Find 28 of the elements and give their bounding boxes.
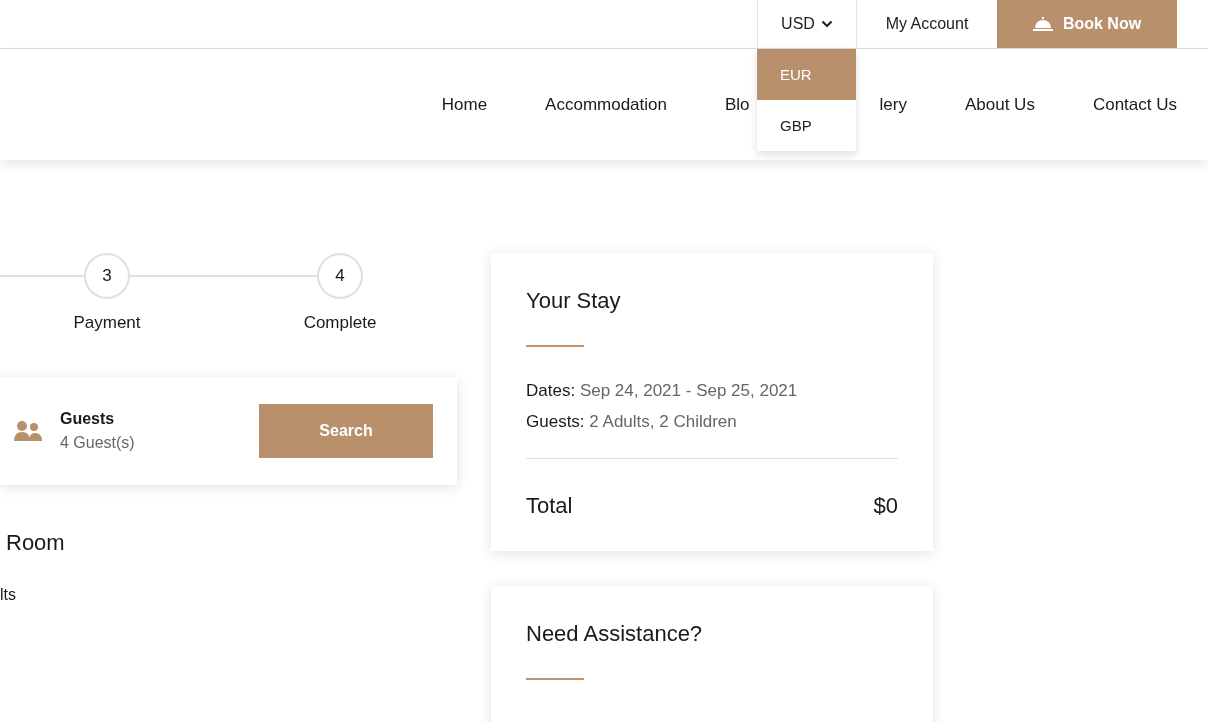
currency-option[interactable]: GBP bbox=[757, 100, 856, 151]
room-detail: lts bbox=[0, 586, 17, 604]
detail-value: Sep 24, 2021 - Sep 25, 2021 bbox=[579, 381, 798, 400]
detail-label: Guests: bbox=[526, 412, 585, 431]
guests-value[interactable]: 4 Guest(s) bbox=[60, 434, 135, 452]
nav-link[interactable]: About Us bbox=[964, 94, 1035, 115]
nav-link[interactable]: Contact Us bbox=[1092, 94, 1177, 115]
currency-dropdown[interactable]: USD bbox=[757, 0, 857, 48]
step-number: 4 bbox=[317, 253, 363, 299]
nav-link[interactable]: Accommodation bbox=[545, 94, 667, 115]
total-value: $0 bbox=[873, 493, 898, 519]
chevron-down-icon bbox=[820, 20, 833, 28]
room-title: Room bbox=[5, 530, 66, 556]
nav-link[interactable]: Home bbox=[441, 94, 488, 115]
step-number: 3 bbox=[84, 253, 130, 299]
guests-label: Guests bbox=[60, 410, 116, 428]
nav-link[interactable]: Blo bbox=[725, 94, 750, 115]
card-title: Need Assistance? bbox=[526, 621, 704, 647]
step-label: Complete bbox=[303, 313, 377, 333]
total-label: Total bbox=[526, 493, 573, 519]
nav-link[interactable]: lery bbox=[879, 94, 907, 115]
detail-label: Dates: bbox=[526, 381, 576, 400]
card-title: Your Stay bbox=[526, 288, 622, 314]
step-label: Payment bbox=[73, 313, 141, 333]
my-account-link[interactable]: My Account bbox=[857, 0, 997, 48]
service-bell-icon bbox=[1032, 17, 1053, 31]
detail-value: 2 Adults, 2 Children bbox=[589, 412, 737, 431]
people-icon bbox=[14, 420, 42, 442]
